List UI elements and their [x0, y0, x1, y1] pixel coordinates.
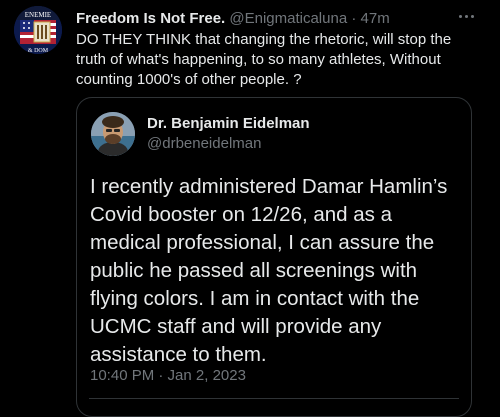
quoted-timestamp[interactable]: 10:40 PM · Jan 2, 2023	[90, 366, 246, 386]
avatar[interactable]: ENEMIE & DOM	[14, 6, 62, 54]
portrait-avatar-icon	[91, 112, 135, 156]
quoted-display-name[interactable]: Dr. Benjamin Eidelman	[147, 114, 310, 134]
quoted-tweet-text: I recently administered Damar Hamlin’s C…	[90, 175, 448, 366]
more-options-icon[interactable]	[454, 6, 478, 26]
svg-text:ENEMIE: ENEMIE	[25, 11, 51, 19]
quoted-user-handle[interactable]: @drbeneidelman	[147, 134, 261, 154]
user-handle[interactable]: @Enigmaticaluna	[229, 10, 347, 27]
tweet: ENEMIE & DOM Freedom Is Not Free. @Enigm…	[0, 0, 500, 417]
svg-text:& DOM: & DOM	[28, 48, 49, 54]
quoted-avatar[interactable]	[91, 112, 135, 156]
patriotic-logo-avatar-icon: ENEMIE & DOM	[14, 6, 62, 54]
display-name[interactable]: Freedom Is Not Free.	[76, 10, 225, 27]
quoted-tweet-card[interactable]: Dr. Benjamin Eidelman @drbeneidelman I r…	[76, 97, 472, 417]
divider	[89, 398, 459, 399]
tweet-time[interactable]: 47m	[361, 10, 390, 27]
tweet-text: DO THEY THINK that changing the rhetoric…	[76, 31, 452, 88]
separator: ·	[351, 10, 357, 27]
tweet-header: Freedom Is Not Free. @Enigmaticaluna · 4…	[76, 9, 460, 29]
